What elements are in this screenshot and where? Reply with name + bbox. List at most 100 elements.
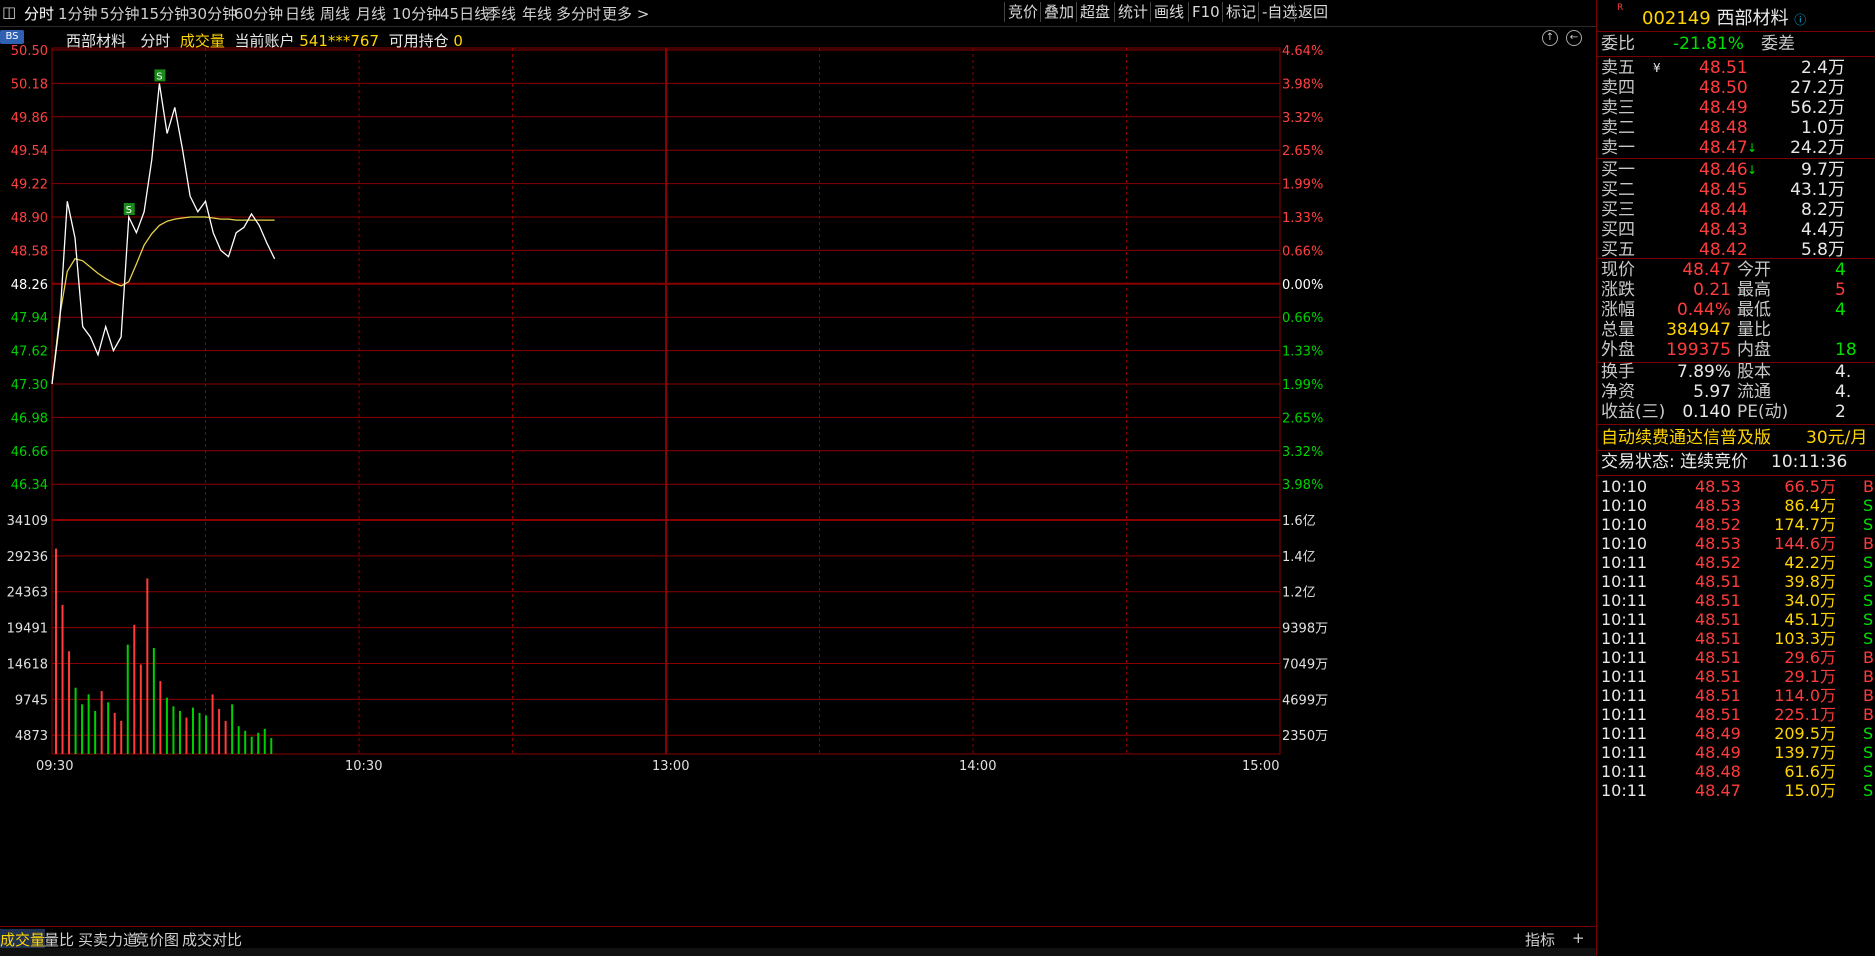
price-tick-label: 46.34: [11, 478, 48, 493]
scroll-up-icon[interactable]: ↑: [1542, 30, 1558, 46]
collapse-icon[interactable]: ←: [1566, 30, 1582, 46]
toolbar-button-6[interactable]: 标记: [1222, 2, 1259, 22]
sell-marker-label: S: [126, 205, 132, 216]
price-tick-label: 46.98: [11, 411, 48, 426]
toolbar-button-5[interactable]: F10: [1188, 2, 1223, 22]
period-tab-13[interactable]: 多分时: [556, 3, 601, 24]
period-tab-1[interactable]: 1分钟: [58, 3, 98, 24]
toolbar-button-3[interactable]: 统计: [1114, 2, 1151, 22]
chart-indicator[interactable]: 成交量: [180, 32, 225, 50]
volume-tick-label: 19491: [7, 622, 48, 637]
toolbar-button-8[interactable]: 返回: [1294, 2, 1331, 22]
promo-banner[interactable]: 自动续费通达信普及版 30元/月: [1601, 426, 1873, 450]
price-tick-label: 47.94: [11, 311, 48, 326]
indicator-button[interactable]: 指标: [1525, 929, 1555, 950]
volume-tick-label: 29236: [7, 550, 48, 565]
price-tick-label: 46.66: [11, 445, 48, 460]
fundamental-row-2[interactable]: 收益(三) 0.140 PE(动) 2: [1601, 400, 1873, 424]
toolbar-button-0[interactable]: 竞价: [1004, 2, 1041, 22]
chart-header: 西部材料 分时 成交量 当前账户 541***767 可用持仓 0: [66, 30, 463, 51]
period-tab-0[interactable]: 分时: [24, 3, 54, 24]
toolbar-button-1[interactable]: 叠加: [1040, 2, 1077, 22]
quote-label: 外盘: [1601, 340, 1635, 360]
zoom-in-button[interactable]: +: [1572, 929, 1585, 947]
intraday-chart[interactable]: 50.50 4.64% 50.18 3.98% 49.86 3.32% 49.54 2.65%…: [0, 26, 1596, 926]
pct-tick-label: 2.65%: [1282, 144, 1323, 159]
period-tab-14[interactable]: 更多 >: [602, 3, 649, 24]
indicator-tab-2[interactable]: 买卖力道: [78, 929, 138, 950]
stock-code: 002149: [1642, 8, 1711, 29]
chart-mode: 分时: [140, 32, 171, 50]
chart-canvas[interactable]: 50.50 4.64% 50.18 3.98% 49.86 3.32% 49.54 2.65%…: [0, 26, 1596, 926]
period-tab-8[interactable]: 月线: [356, 3, 386, 24]
price-tick-label: 47.62: [11, 345, 48, 360]
tick-volume: 15.0万: [1784, 781, 1836, 800]
ask-volume: 24.2万: [1790, 138, 1845, 158]
amount-tick-label: 1.6亿: [1282, 514, 1316, 529]
pct-tick-label: 1.99%: [1282, 178, 1323, 193]
period-tab-11[interactable]: 季线: [486, 3, 516, 24]
pct-tick-label: 4.64%: [1282, 44, 1323, 59]
pct-tick-label: 3.98%: [1282, 478, 1323, 493]
holdings-label: 可用持仓: [388, 32, 449, 50]
price-tick-label: 50.50: [11, 44, 48, 59]
quote-label-2: 内盘: [1737, 340, 1771, 360]
amount-tick-label: 1.2亿: [1282, 586, 1316, 601]
ask-level-4[interactable]: 卖一 ↓ 48.47 24.2万: [1601, 136, 1873, 160]
tick-row[interactable]: 10:11 48.47 15.0万 S: [1597, 780, 1875, 802]
stock-title: 002149 西部材料 ⓘ: [1642, 4, 1806, 30]
layout-toggle-icon[interactable]: ◫: [2, 3, 16, 21]
ask-mark: ↓: [1747, 141, 1758, 155]
fund-value-2: 2: [1835, 402, 1846, 422]
tick-time: 10:11: [1601, 781, 1648, 800]
volume-tick-label: 4873: [15, 729, 48, 744]
period-toolbar: ◫ 分时 1分钟 5分钟 15分钟 30分钟 60分钟 日线 周线 月线 10分钟 45日线 季线 年线…: [0, 0, 1875, 27]
period-tab-9[interactable]: 10分钟: [392, 3, 441, 24]
period-tab-3[interactable]: 15分钟: [140, 3, 189, 24]
trade-status-value: 连续竞价: [1680, 452, 1749, 472]
status-strip: [0, 948, 1875, 956]
sell-marker-label: S: [156, 71, 162, 82]
indicator-tab-1[interactable]: 量比: [44, 929, 74, 950]
holdings-value: 0: [453, 32, 463, 50]
indicator-tab-0[interactable]: 成交量: [0, 929, 46, 950]
quote-panel: R 002149 西部材料 ⓘ 委比 -21.81% 委差 卖五 ¥48.51 2.…: [1596, 0, 1875, 956]
amount-tick-label: 9398万: [1282, 622, 1328, 637]
promo-price[interactable]: 30元/月: [1806, 426, 1867, 450]
r-marker-icon: R: [1617, 3, 1624, 13]
tick-direction: S: [1863, 781, 1874, 800]
indicator-tab-4[interactable]: 成交对比: [182, 929, 242, 950]
trade-status-time: 10:11:36: [1771, 452, 1848, 472]
ask-price: 48.47: [1699, 138, 1748, 158]
trade-status-label: 交易状态:: [1601, 452, 1675, 472]
info-icon[interactable]: ⓘ: [1794, 13, 1806, 27]
account-label: 当前账户: [234, 32, 295, 50]
time-axis-label: 09:30: [36, 759, 73, 774]
volume-tick-label: 24363: [7, 586, 48, 601]
period-tab-6[interactable]: 日线: [285, 3, 315, 24]
promo-text[interactable]: 自动续费通达信普及版: [1601, 428, 1771, 448]
toolbar-button-2[interactable]: 超盘: [1076, 2, 1113, 22]
time-axis-label: 13:00: [652, 759, 689, 774]
time-axis-label: 14:00: [959, 759, 996, 774]
ask-label: 卖一: [1601, 138, 1635, 158]
pct-tick-label: 0.00%: [1282, 278, 1323, 293]
period-tab-4[interactable]: 30分钟: [188, 3, 237, 24]
avg-price-line: [51, 216, 275, 385]
period-tab-7[interactable]: 周线: [320, 3, 350, 24]
period-tab-2[interactable]: 5分钟: [100, 3, 140, 24]
bs-badge[interactable]: BS: [0, 30, 24, 44]
pct-tick-label: 0.66%: [1282, 244, 1323, 259]
toolbar-button-4[interactable]: 画线: [1150, 2, 1187, 22]
tick-price: 48.47: [1695, 781, 1741, 800]
period-tab-5[interactable]: 60分钟: [234, 3, 283, 24]
indicator-tab-3[interactable]: 竞价图: [134, 929, 179, 950]
quote-row-4[interactable]: 外盘 199375 内盘 18: [1601, 338, 1873, 362]
ratio-label: 委比: [1601, 34, 1635, 54]
period-tab-12[interactable]: 年线: [522, 3, 552, 24]
price-tick-label: 48.90: [11, 211, 48, 226]
amount-tick-label: 4699万: [1282, 693, 1328, 708]
quote-value: 199375: [1666, 340, 1731, 360]
period-tab-10[interactable]: 45日线: [440, 3, 489, 24]
amount-tick-label: 7049万: [1282, 657, 1328, 672]
